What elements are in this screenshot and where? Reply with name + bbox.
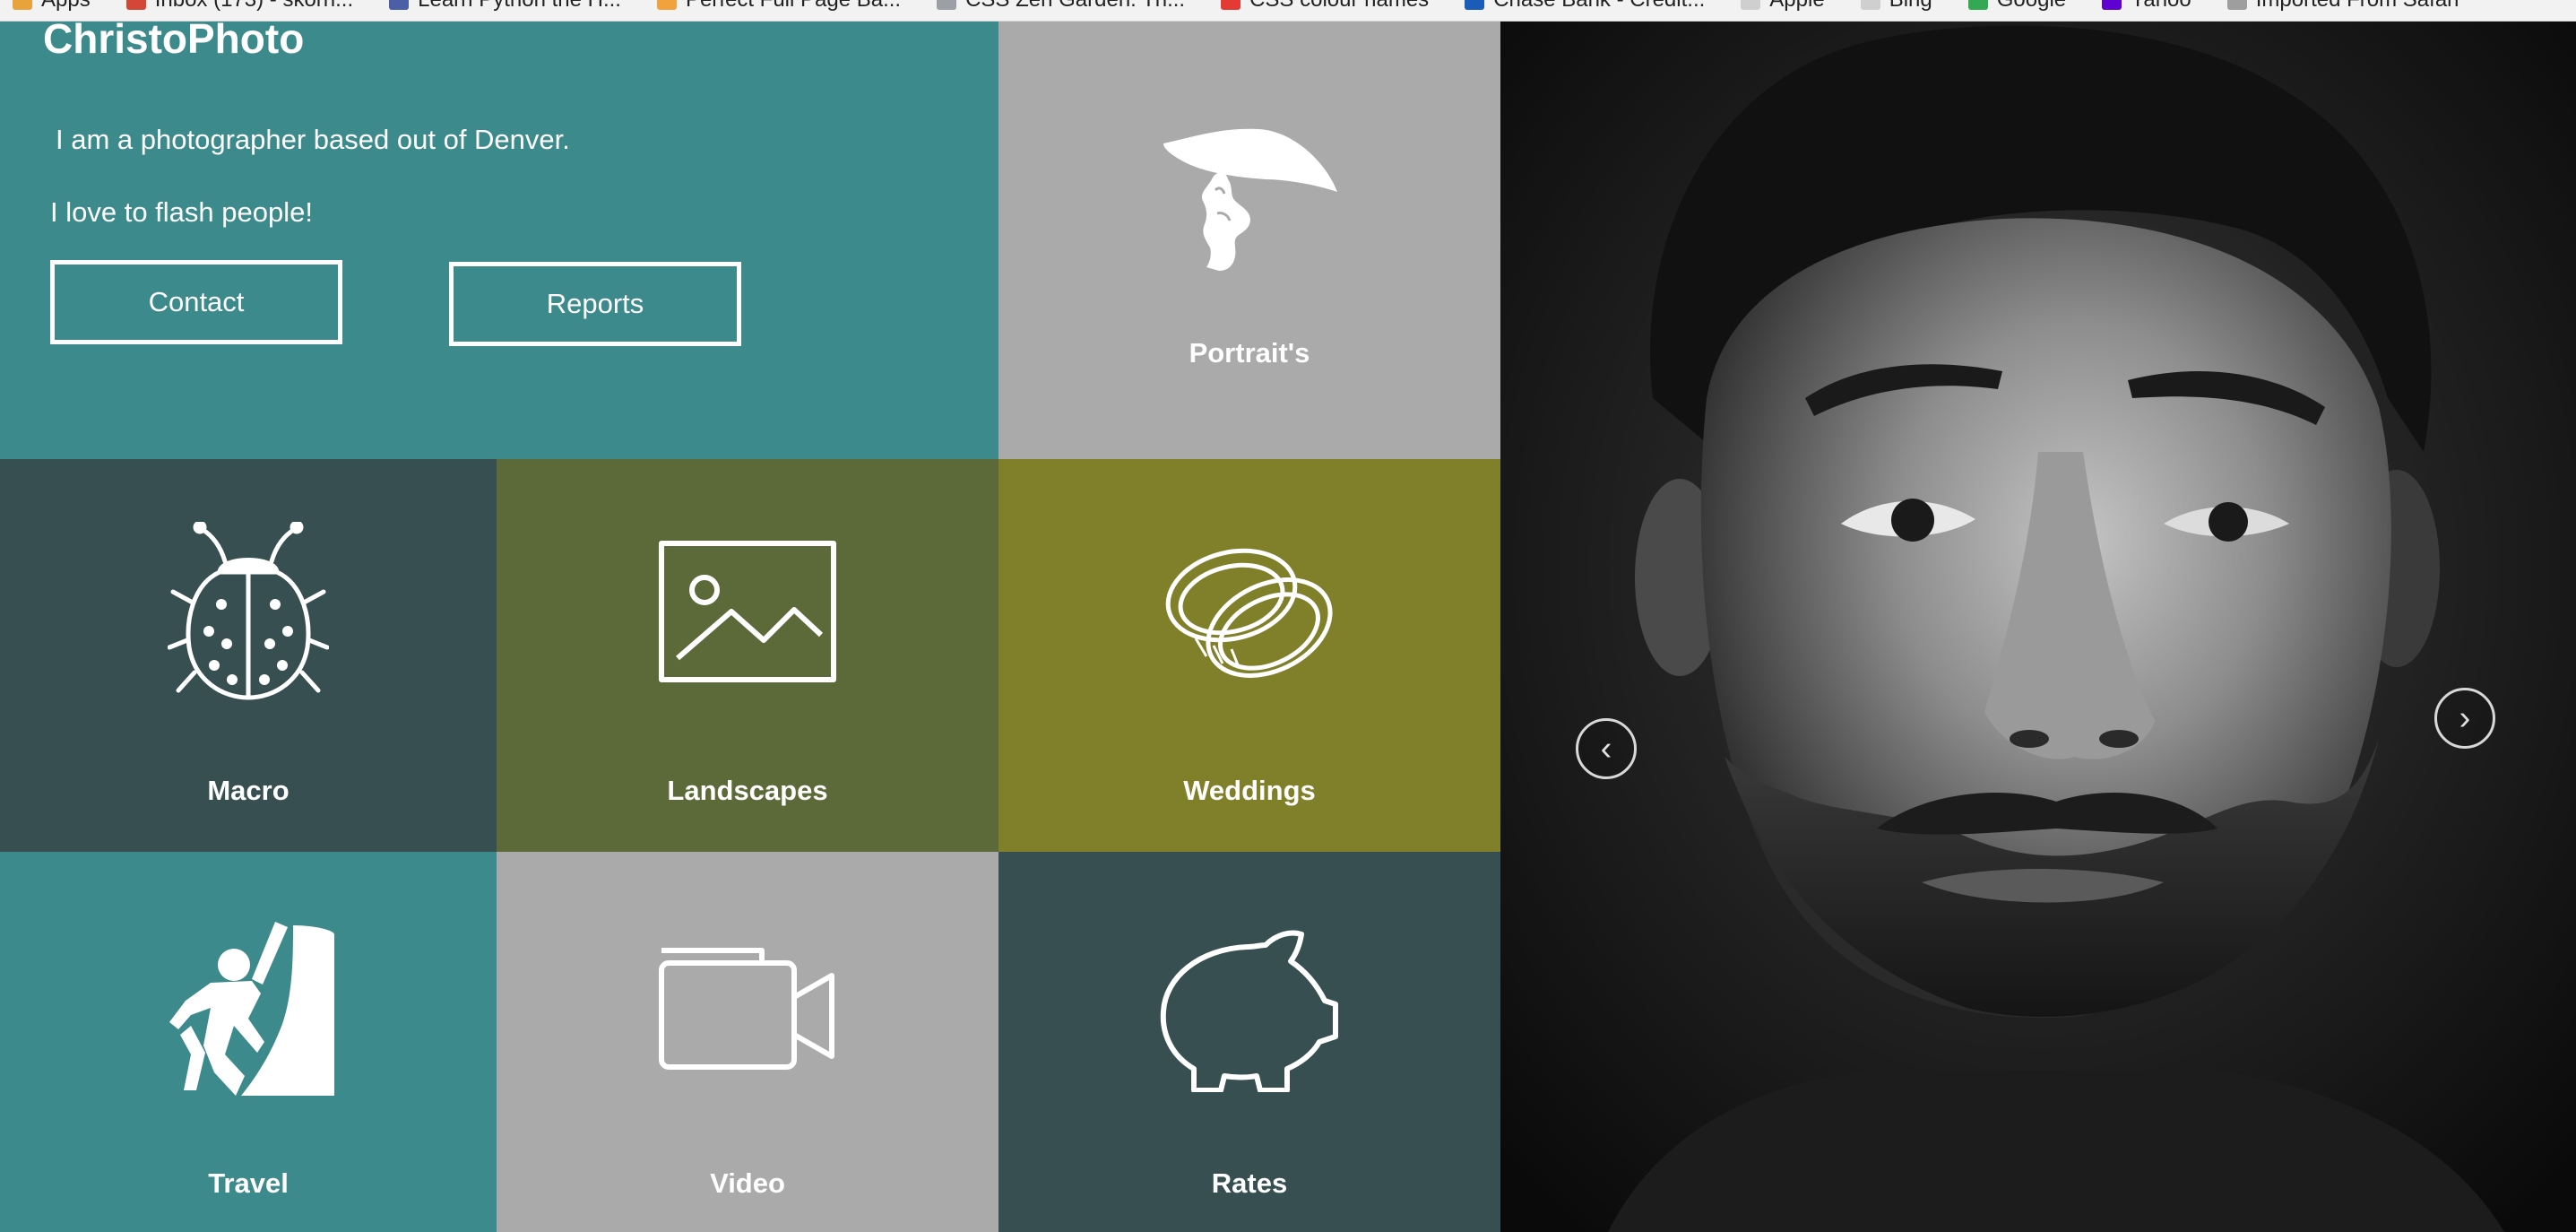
bookmark-label: Apple — [1769, 0, 1824, 13]
reports-button[interactable]: Reports — [449, 262, 741, 346]
tile-travel[interactable]: Travel — [0, 852, 497, 1232]
tile-portraits[interactable]: Portrait's — [998, 22, 1500, 459]
bookmark-item[interactable]: CSS Zen Garden: Th... — [937, 0, 1185, 13]
chevron-left-icon: ‹ — [1600, 729, 1612, 768]
tile-label: Landscapes — [667, 775, 828, 806]
site-brand[interactable]: ChristoPhoto — [43, 22, 304, 63]
intro-panel: ChristoPhoto I am a photographer based o… — [0, 22, 998, 459]
bookmark-label: Learn Python the H... — [418, 0, 621, 13]
climber-icon — [169, 922, 334, 1096]
tile-landscapes[interactable]: Landscapes — [497, 459, 998, 852]
bookmark-label: Google — [1997, 0, 2066, 13]
bookmark-label: Imported From Safari — [2256, 0, 2459, 13]
tile-video[interactable]: Video — [497, 852, 998, 1232]
bookmark-label: Inbox (173) - skorn... — [155, 0, 353, 13]
bookmark-label: CSS colour names — [1249, 0, 1429, 13]
bookmark-item[interactable]: CSS colour names — [1221, 0, 1429, 13]
portrait-photo — [1500, 22, 2576, 1232]
ladybug-icon — [168, 522, 329, 700]
page: ChristoPhoto I am a photographer based o… — [0, 22, 2576, 1232]
tile-label: Video — [710, 1167, 785, 1199]
bookmark-favicon-icon — [1741, 0, 1761, 10]
tile-rates[interactable]: Rates — [998, 852, 1500, 1232]
tile-label: Macro — [207, 775, 290, 806]
tile-label: Weddings — [1183, 775, 1316, 806]
wedding-rings-icon — [1165, 548, 1333, 678]
bookmark-item[interactable]: Yahoo — [2102, 0, 2191, 13]
contact-button[interactable]: Contact — [50, 260, 342, 344]
tile-label: Portrait's — [1189, 337, 1310, 369]
bookmark-item[interactable]: Learn Python the H... — [389, 0, 621, 13]
bookmark-favicon-icon — [2102, 0, 2122, 10]
bookmark-favicon-icon — [937, 0, 957, 10]
bookmarks-list: Apps Inbox (173) - skorn... Learn Python t… — [13, 0, 2494, 13]
bookmark-favicon-icon — [1465, 0, 1485, 10]
bookmark-item[interactable]: Perfect Full Page Ba... — [656, 0, 901, 13]
bookmarks-bar: Apps Inbox (173) - skorn... Learn Python t… — [0, 0, 2576, 22]
video-camera-icon — [659, 948, 834, 1070]
chevron-right-icon: › — [2459, 698, 2471, 737]
bookmark-label: Apps — [41, 0, 91, 13]
bookmark-item[interactable]: Bing — [1860, 0, 1932, 13]
bookmark-favicon-icon — [1860, 0, 1880, 10]
bookmark-favicon-icon — [2226, 0, 2247, 10]
lady-hat-icon — [1163, 128, 1337, 271]
bookmark-label: Perfect Full Page Ba... — [686, 0, 901, 13]
tile-label: Travel — [208, 1167, 289, 1199]
bookmark-favicon-icon — [13, 0, 32, 10]
bookmark-favicon-icon — [125, 0, 146, 10]
bookmark-label: Chase Bank - Credit... — [1493, 0, 1705, 13]
tile-macro[interactable]: Macro — [0, 459, 497, 852]
photo-slider[interactable]: ‹ › — [1500, 22, 2576, 1232]
bookmark-item[interactable]: Google — [1967, 0, 2066, 13]
landscape-picture-icon — [659, 541, 836, 682]
piggy-bank-icon — [1160, 930, 1338, 1092]
intro-text-location: I am a photographer based out of Denver. — [56, 124, 570, 155]
bookmark-item[interactable]: Apple — [1741, 0, 1825, 13]
bookmark-favicon-icon — [389, 0, 410, 10]
bookmark-label: Bing — [1889, 0, 1932, 13]
bookmark-favicon-icon — [1967, 0, 1988, 10]
tile-label: Rates — [1211, 1167, 1288, 1199]
slider-prev-button[interactable]: ‹ — [1576, 718, 1637, 779]
bookmark-item[interactable]: Inbox (173) - skorn... — [125, 0, 353, 13]
bookmark-favicon-icon — [656, 0, 677, 10]
tile-weddings[interactable]: Weddings — [998, 459, 1500, 852]
slider-next-button[interactable]: › — [2434, 688, 2495, 749]
bookmark-favicon-icon — [1221, 0, 1241, 10]
bookmark-item[interactable]: Chase Bank - Credit... — [1465, 0, 1705, 13]
bookmark-label: Yahoo — [2131, 0, 2191, 13]
bookmark-item[interactable]: Apps — [13, 0, 91, 13]
bookmark-item[interactable]: Imported From Safari — [2226, 0, 2459, 13]
bookmark-label: CSS Zen Garden: Th... — [965, 0, 1185, 13]
intro-text-tagline: I love to flash people! — [50, 196, 313, 228]
